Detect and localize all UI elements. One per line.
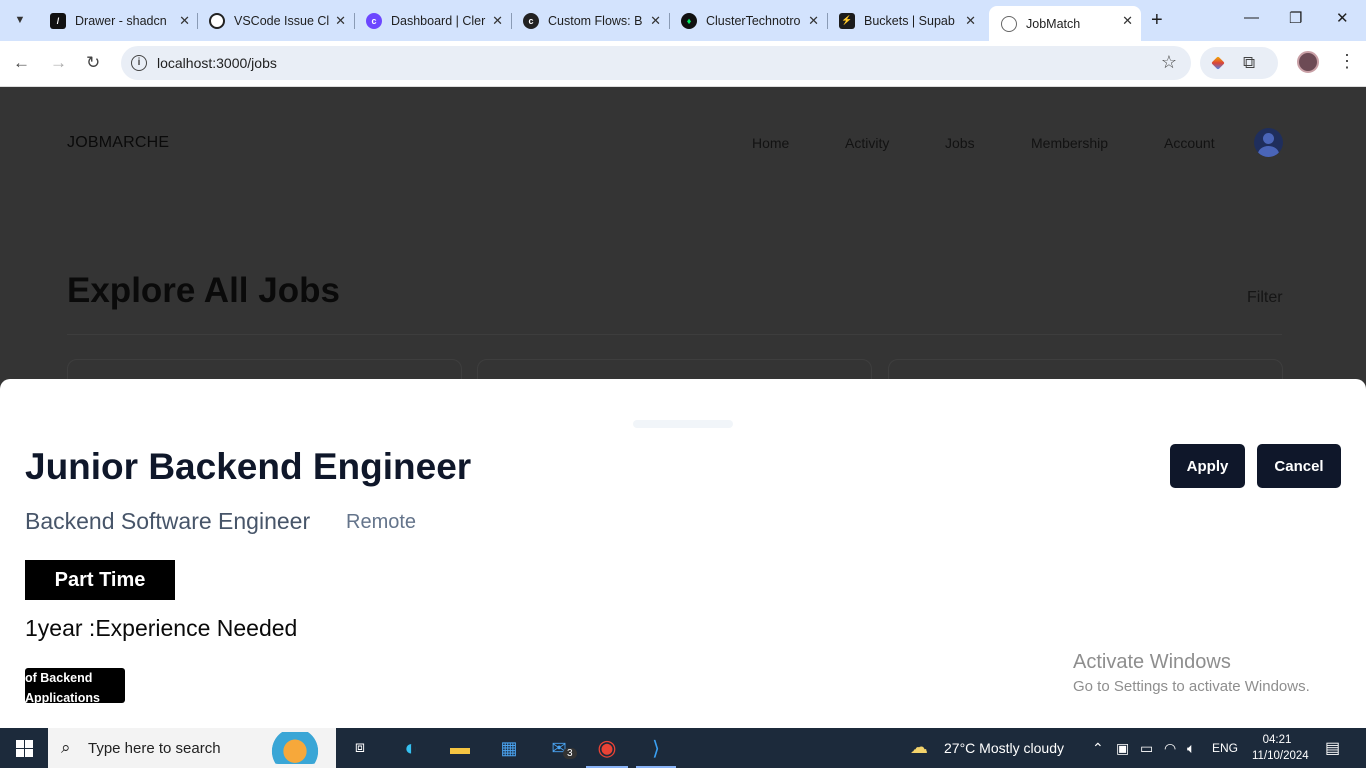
mongodb-icon: ♦ [681,12,697,29]
browser-toolbar: ← → ↻ i localhost:3000/jobs ☆ ⧉ ⋮ [0,41,1366,87]
tab-cluster-technotro[interactable]: ♦ ClusterTechnotro ✕ [669,6,827,35]
supabase-icon: ⚡ [839,12,855,29]
shadcn-icon: / [50,12,66,29]
nav-home[interactable]: Home [752,135,789,151]
openai-icon [209,12,225,29]
tab-title: Buckets | Supab [864,13,955,28]
puzzle-extensions-icon[interactable]: ⧉ [1243,53,1255,73]
close-tab-icon[interactable]: ✕ [1122,13,1133,29]
edge-icon[interactable]: ◐ [397,734,425,762]
search-icon: ⌕ [61,738,71,757]
tab-vscode-issue[interactable]: VSCode Issue Cl ✕ [197,6,354,35]
close-tab-icon[interactable]: ✕ [808,13,819,29]
microsoft-store-icon[interactable]: ▦ [495,734,523,762]
bookmark-star-icon[interactable]: ☆ [1161,52,1177,73]
tab-search-chevron-icon[interactable]: ▼ [8,8,32,32]
close-tab-icon[interactable]: ✕ [179,13,190,29]
extensions-group: ⧉ [1200,47,1278,79]
avatar-head [1263,133,1274,144]
tab-drawer-shadcn[interactable]: / Drawer - shadcn ✕ [38,6,198,35]
forward-icon[interactable]: → [50,53,67,73]
filter-button[interactable]: Filter [1247,289,1283,307]
color-picker-extension-icon[interactable] [1211,56,1225,70]
drawer-handle[interactable] [633,420,733,428]
clock-time: 04:21 [1262,734,1292,746]
watermark-subtitle: Go to Settings to activate Windows. [1073,678,1310,695]
reload-icon[interactable]: ↻ [86,53,100,73]
minimize-icon[interactable]: — [1244,9,1259,26]
job-role: Backend Software Engineer [25,508,311,534]
language-indicator[interactable]: ENG [1212,741,1238,755]
avatar-body [1258,146,1279,157]
restore-icon[interactable]: ❐ [1289,9,1302,27]
vscode-icon[interactable]: ⟩ [642,734,670,762]
file-explorer-icon[interactable]: ▬ [446,734,474,762]
job-location: Remote [346,511,417,533]
weather-icon[interactable]: ☁ [910,737,928,758]
site-brand[interactable]: JOBMARCHE [67,134,169,152]
notification-icon[interactable]: ▤ [1325,738,1340,758]
mail-badge: 3 [563,748,577,759]
windows-activation-watermark: Activate Windows Go to Settings to activ… [1073,651,1310,695]
volume-icon[interactable]: 🔈︎ [1187,740,1195,757]
job-title: Junior Backend Engineer [25,446,472,487]
tab-custom-flows[interactable]: c Custom Flows: B ✕ [511,6,669,35]
user-avatar[interactable] [1254,128,1283,157]
menu-kebab-icon[interactable]: ⋮ [1338,51,1356,72]
tab-title: ClusterTechnotro [706,13,801,28]
tab-title: Dashboard | Cler [391,13,486,28]
nav-membership[interactable]: Membership [1031,135,1108,151]
browser-tab-bar: ▼ / Drawer - shadcn ✕ VSCode Issue Cl ✕ … [0,0,1366,41]
url-text: localhost:3000/jobs [157,55,277,71]
profile-avatar[interactable] [1297,51,1319,73]
cancel-button[interactable]: Cancel [1257,444,1341,488]
tab-clerk-dashboard[interactable]: c Dashboard | Cler ✕ [354,6,511,35]
nav-activity[interactable]: Activity [845,135,889,151]
watermark-title: Activate Windows [1073,651,1231,673]
globe-icon [1001,15,1017,32]
tab-title: VSCode Issue Cl [234,13,330,28]
wifi-icon[interactable]: ◠ [1164,740,1176,757]
close-tab-icon[interactable]: ✕ [965,13,976,29]
windows-start-icon[interactable] [16,740,33,757]
job-details-drawer: Junior Backend Engineer Apply Cancel Bac… [0,379,1366,728]
skill-badge: of Backend Applications and [25,668,125,703]
close-tab-icon[interactable]: ✕ [650,13,661,29]
meet-now-icon[interactable]: ▣ [1116,740,1129,757]
chrome-icon[interactable]: ◉ [593,734,621,762]
back-icon[interactable]: ← [13,53,30,73]
page-title: Explore All Jobs [67,271,340,310]
nav-account[interactable]: Account [1164,135,1215,151]
close-window-icon[interactable]: ✕ [1336,9,1349,27]
new-tab-icon[interactable]: + [1151,9,1163,32]
employment-type-badge: Part Time [25,560,175,600]
show-hidden-icons-icon[interactable]: ⌃ [1092,740,1104,757]
clock-date: 11/10/2024 [1252,750,1309,762]
battery-icon[interactable]: ▭ [1140,740,1153,757]
windows-taskbar: ⌕ Type here to search ⧈ ◐ ▬ ▦ ✉ 3 ◉ ⟩ ☁ … [0,728,1366,768]
nav-jobs[interactable]: Jobs [945,135,975,151]
search-highlight-art [262,732,328,764]
tab-supabase-buckets[interactable]: ⚡ Buckets | Supab ✕ [827,6,984,35]
tab-jobmatch[interactable]: JobMatch ✕ [989,6,1141,41]
clock[interactable]: 04:21 11/10/2024 [1252,732,1309,764]
close-tab-icon[interactable]: ✕ [492,13,503,29]
search-placeholder: Type here to search [88,740,221,757]
taskbar-search-box[interactable]: ⌕ Type here to search [48,728,336,768]
task-view-icon[interactable]: ⧈ [346,734,374,762]
divider [67,334,1282,335]
tab-title: JobMatch [1026,16,1081,31]
apply-button[interactable]: Apply [1170,444,1245,488]
experience-required: 1year :Experience Needed [25,615,298,641]
address-bar[interactable]: i localhost:3000/jobs ☆ [121,46,1191,80]
site-info-icon[interactable]: i [131,55,147,71]
tab-title: Custom Flows: B [548,13,643,28]
tab-title: Drawer - shadcn [75,13,167,28]
clerk-icon: c [523,12,539,29]
close-tab-icon[interactable]: ✕ [335,13,346,29]
weather-text[interactable]: 27°C Mostly cloudy [944,740,1064,756]
clerk-icon: c [366,12,382,29]
